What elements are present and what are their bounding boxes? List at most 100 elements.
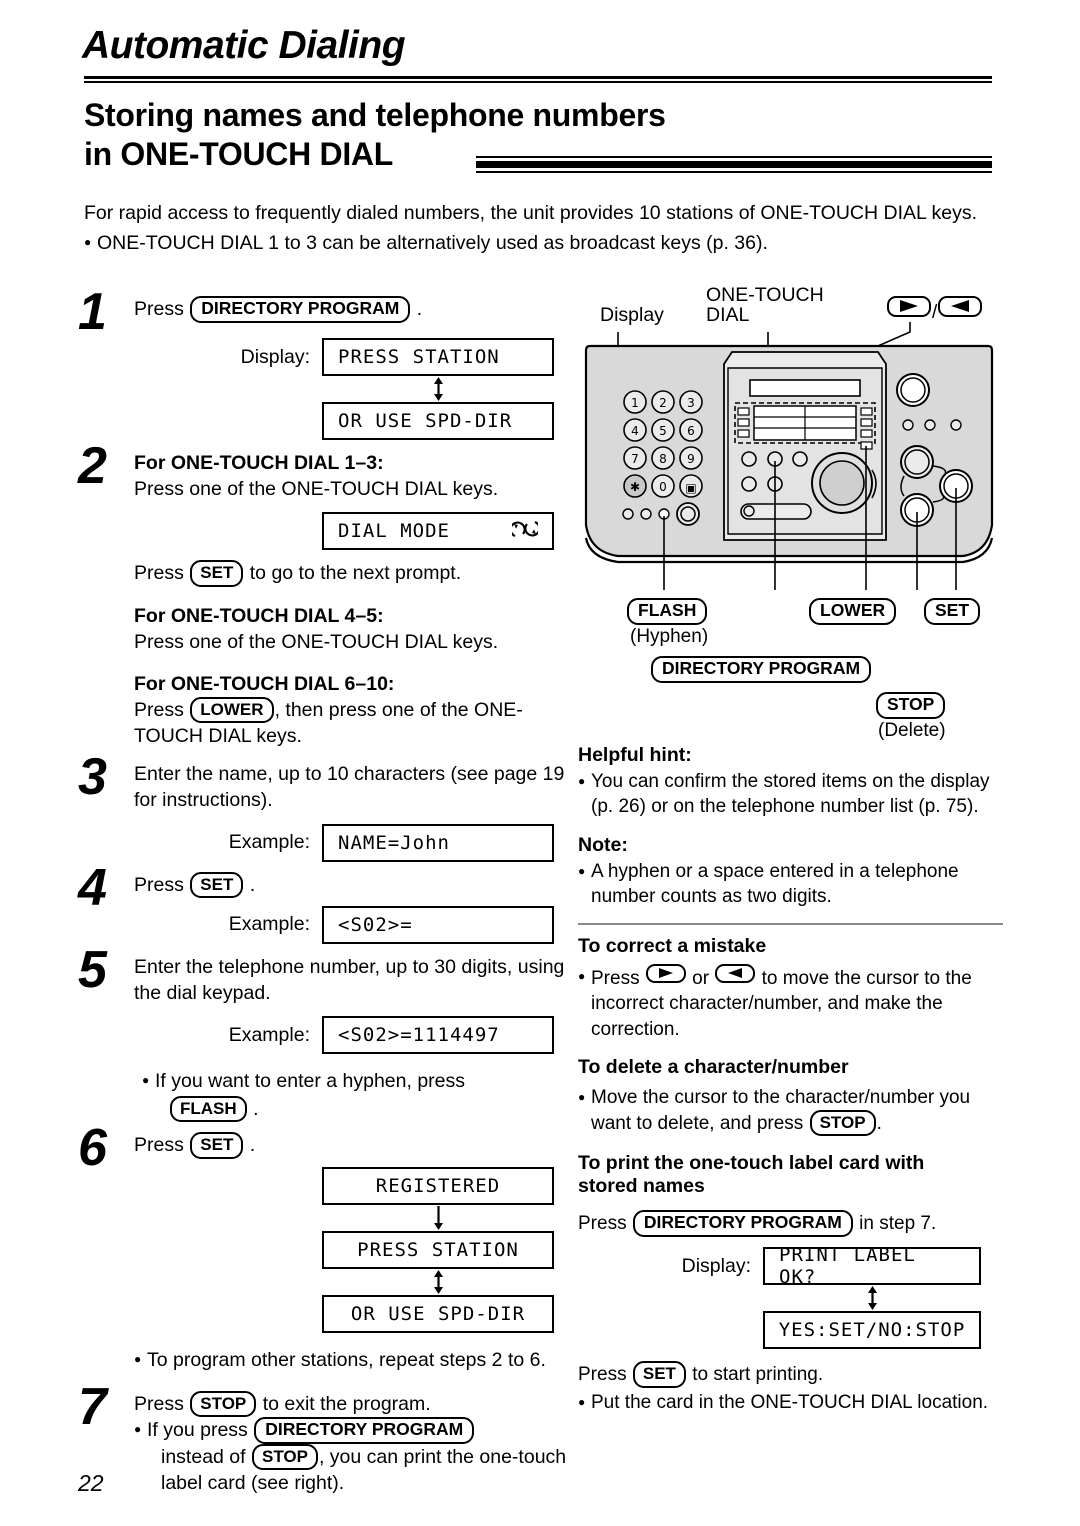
step-2-group-45: For ONE-TOUCH DIAL 4–5: Press one of the… — [134, 603, 578, 655]
chapter-title: Automatic Dialing — [82, 24, 406, 67]
step-7-press-label: Press — [134, 1392, 184, 1415]
key-directory-program-step7[interactable]: DIRECTORY PROGRAM — [254, 1417, 475, 1444]
step-1: 1 Press DIRECTORY PROGRAM . — [78, 286, 578, 338]
device-button-labels: FLASH (Hyphen) LOWER SET DIRECTORY PROGR… — [578, 590, 1003, 741]
step-4-period: . — [249, 873, 256, 896]
step-1-number: 1 — [78, 283, 107, 341]
svg-text:6: 6 — [687, 424, 695, 438]
print-label-press-line: Press DIRECTORY PROGRAM in step 7. — [578, 1210, 1003, 1238]
print-display-row-2: YES:SET/NO:STOP — [578, 1311, 1003, 1350]
step-7-bullet-b: instead of — [161, 1445, 246, 1468]
step-2-number: 2 — [78, 437, 107, 495]
key-set-step6[interactable]: SET — [190, 1132, 244, 1159]
step-6-body: Press SET . — [134, 1132, 578, 1159]
display-label: Display: — [240, 345, 310, 368]
step-1-period: . — [416, 298, 423, 320]
label-key-directory-program[interactable]: DIRECTORY PROGRAM — [651, 656, 872, 683]
label-key-flash[interactable]: FLASH — [627, 598, 708, 625]
key-directory-program-print[interactable]: DIRECTORY PROGRAM — [632, 1210, 853, 1238]
label-key-set[interactable]: SET — [924, 598, 981, 625]
section-rule — [476, 156, 992, 173]
print-label-title: To print the one-touch label card with s… — [578, 1152, 1003, 1198]
step-6-display-row-1: REGISTERED — [78, 1166, 578, 1205]
lcd-yes-set-no-stop: YES:SET/NO:STOP — [763, 1311, 981, 1350]
step-5-bullet: If you want to enter a hyphen, press FLA… — [142, 1068, 578, 1123]
label-key-stop-sub: (Delete) — [878, 720, 946, 741]
svg-text:0: 0 — [659, 480, 667, 494]
section-divider — [578, 923, 1003, 926]
step-7-bullet-a: If you press — [147, 1419, 248, 1441]
step-2-body-3a: , then press one of the ONE- — [274, 698, 523, 721]
svg-text:8: 8 — [659, 452, 667, 466]
correct-mistake-block: To correct a mistake Press or to move th… — [578, 935, 1003, 1042]
step-6-display-row-3: OR USE SPD-DIR — [78, 1294, 578, 1333]
step-2-body-2: Press one of the ONE-TOUCH DIAL keys. — [134, 630, 499, 653]
lcd-registered: REGISTERED — [322, 1166, 554, 1205]
example-label-4: Example: — [228, 913, 310, 936]
step-1-press-label: Press — [134, 298, 184, 320]
step-2-set-line: Press SET to go to the next prompt. — [134, 560, 578, 587]
lcd-print-label-ok: PRINT LABEL OK? — [763, 1244, 981, 1288]
correct-mistake-body: Press or to move the cursor to the incor… — [578, 964, 1003, 1042]
svg-text:4: 4 — [631, 424, 639, 438]
step-7: 7 Press STOP to exit the program. If you… — [78, 1381, 578, 1497]
step-2-body-3b: TOUCH DIAL keys. — [134, 725, 302, 748]
print-display-label: Display: — [681, 1254, 751, 1277]
right-arrow-key-icon-inline[interactable] — [645, 964, 686, 984]
svg-text:✱: ✱ — [630, 480, 640, 494]
print-label-title-l2: stored names — [578, 1175, 705, 1198]
key-stop-step7[interactable]: STOP — [190, 1390, 257, 1417]
svg-text:9: 9 — [687, 452, 695, 466]
print-set-line: Press SET to start printing. — [578, 1361, 1003, 1388]
step-2-after-set: to go to the next prompt. — [249, 562, 462, 585]
key-stop-delete[interactable]: STOP — [809, 1110, 876, 1137]
step-2-heading-1: For ONE-TOUCH DIAL 1–3: — [134, 452, 384, 474]
intro-paragraph: For rapid access to frequently dialed nu… — [84, 202, 978, 224]
print-display-row-1: Display: PRINT LABEL OK? — [578, 1244, 1003, 1288]
label-key-stop[interactable]: STOP — [876, 692, 946, 719]
key-stop-step7-b[interactable]: STOP — [251, 1443, 318, 1471]
intro-bullet: ONE-TOUCH DIAL 1 to 3 can be alternative… — [84, 230, 996, 257]
right-column: Display ONE-TOUCH DIAL / 1 2 3 4 5 6 7 8… — [578, 284, 1003, 1415]
key-lower[interactable]: LOWER — [190, 696, 274, 724]
print-set-after: to start printing. — [692, 1364, 824, 1386]
label-key-flash-sub: (Hyphen) — [630, 626, 709, 647]
step-6-display-row-2: PRESS STATION — [78, 1230, 578, 1269]
step-5-body: Enter the telephone number, up to 30 dig… — [134, 955, 565, 1004]
helpful-hint-block: Helpful hint: You can confirm the stored… — [578, 744, 1003, 820]
key-flash[interactable]: FLASH — [170, 1096, 247, 1123]
left-arrow-key-icon-inline[interactable] — [715, 964, 756, 984]
step-6-period: . — [249, 1134, 256, 1157]
svg-text:1: 1 — [631, 396, 639, 410]
page-number: 22 — [78, 1470, 104, 1496]
step-7-bullet: If you press DIRECTORY PROGRAM instead o… — [134, 1417, 578, 1496]
step-2-display-row: DIAL MODE — [78, 512, 578, 551]
lcd-press-station: PRESS STATION — [322, 338, 554, 376]
helpful-hint-title: Helpful hint: — [578, 744, 692, 766]
label-key-lower[interactable]: LOWER — [809, 598, 897, 625]
step-2: 2 For ONE-TOUCH DIAL 1–3: Press one of t… — [78, 440, 578, 502]
key-set-print[interactable]: SET — [632, 1361, 686, 1388]
step-2-heading-3: For ONE-TOUCH DIAL 6–10: — [134, 672, 395, 695]
step-3: 3 Enter the name, up to 10 characters (s… — [78, 751, 578, 813]
print-press-after: in step 7. — [859, 1213, 937, 1235]
note-block: Note: A hyphen or a space entered in a t… — [578, 834, 1003, 910]
step-6-bullet: To program other stations, repeat steps … — [134, 1347, 578, 1373]
step-6-press-label: Press — [134, 1134, 184, 1157]
lcd-press-station-2: PRESS STATION — [322, 1230, 554, 1269]
step-6-number: 6 — [78, 1119, 107, 1178]
print-bullet: Put the card in the ONE-TOUCH DIAL locat… — [578, 1390, 1003, 1415]
key-set[interactable]: SET — [190, 560, 244, 587]
print-display-arrow — [763, 1285, 981, 1311]
svg-text:3: 3 — [687, 396, 695, 410]
key-directory-program[interactable]: DIRECTORY PROGRAM — [190, 296, 411, 323]
key-set-step4[interactable]: SET — [190, 871, 244, 898]
delete-character-title: To delete a character/number — [578, 1055, 849, 1078]
lcd-s02-number: <S02>=1114497 — [322, 1016, 554, 1054]
print-label-block: To print the one-touch label card with s… — [578, 1152, 1003, 1415]
intro-block: For rapid access to frequently dialed nu… — [84, 200, 996, 256]
step-5-example-row: Example: <S02>=1114497 — [78, 1016, 578, 1054]
step-3-number: 3 — [78, 748, 107, 807]
example-label-3: Example: — [228, 831, 310, 853]
step-4-body: Press SET . — [134, 871, 578, 898]
